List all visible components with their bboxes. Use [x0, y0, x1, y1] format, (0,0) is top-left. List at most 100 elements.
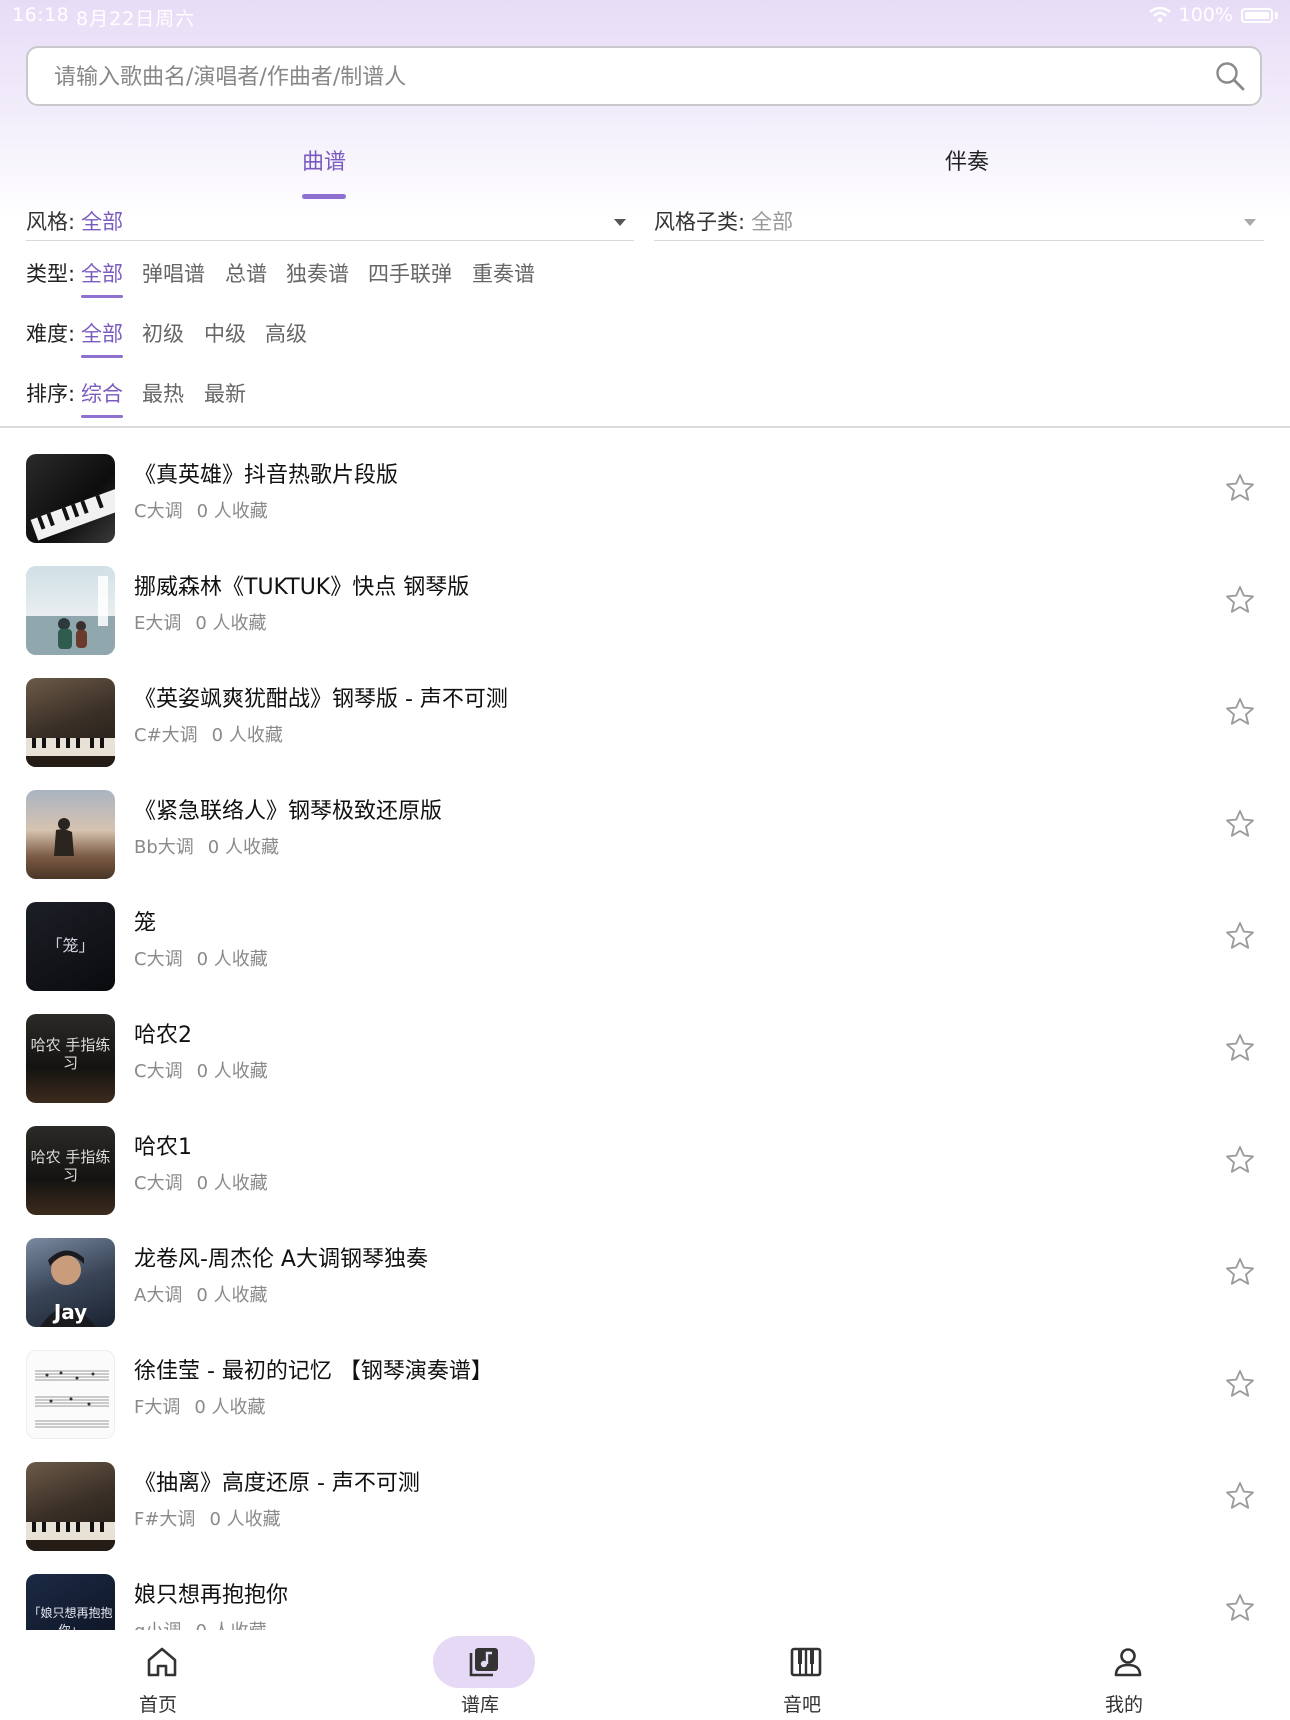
battery-percent: 100%	[1178, 4, 1233, 26]
star-icon[interactable]	[1224, 1368, 1256, 1400]
tab-accompaniment[interactable]: 伴奏	[817, 144, 1117, 176]
star-icon[interactable]	[1224, 1032, 1256, 1064]
song-cover: 哈农 手指练习	[26, 1014, 115, 1103]
song-collect-count: 0 人收藏	[211, 725, 283, 746]
song-meta: A大调 0 人收藏	[134, 1281, 268, 1307]
song-title: 徐佳莹 - 最初的记忆 【钢琴演奏谱】	[134, 1359, 493, 1384]
song-key: Bb大调	[134, 837, 194, 858]
sort-label: 排序:	[26, 382, 76, 406]
nav-home[interactable]: 首页	[78, 1630, 238, 1720]
song-meta: g小调 0 人收藏	[134, 1617, 267, 1630]
sort-option-hottest[interactable]: 最热	[142, 378, 184, 408]
sort-option-newest[interactable]: 最新	[204, 378, 246, 408]
song-meta: F#大调 0 人收藏	[134, 1505, 281, 1531]
search-bar[interactable]	[26, 46, 1262, 106]
song-key: g小调	[134, 1621, 181, 1630]
nav-music-bar[interactable]: 音吧	[722, 1630, 882, 1720]
song-item[interactable]: 《抽离》高度还原 - 声不可测 F#大调 0 人收藏	[0, 1448, 1290, 1560]
star-icon[interactable]	[1224, 472, 1256, 504]
song-title: 哈农2	[134, 1023, 192, 1048]
sheet-music-graphic	[35, 1370, 109, 1428]
song-cover	[26, 790, 115, 879]
battery-icon	[1241, 7, 1273, 23]
filter-divider	[0, 426, 1290, 428]
song-item[interactable]: 「娘只想再抱抱你」 娘只想再抱抱你 g小调 0 人收藏	[0, 1560, 1290, 1630]
nav-label: 首页	[138, 1694, 177, 1716]
sort-option-overall[interactable]: 综合	[81, 378, 123, 418]
song-cover: 「娘只想再抱抱你」	[26, 1574, 115, 1630]
nav-label: 谱库	[460, 1694, 499, 1716]
song-cover	[26, 566, 115, 655]
style-select[interactable]: 风格: 全部	[26, 206, 634, 241]
user-icon	[1114, 1648, 1142, 1677]
star-icon[interactable]	[1224, 1256, 1256, 1288]
song-collect-count: 0 人收藏	[196, 1061, 268, 1082]
song-meta: E大调 0 人收藏	[134, 609, 267, 635]
song-collect-count: 0 人收藏	[209, 1509, 281, 1530]
song-item[interactable]: 哈农 手指练习 哈农2 C大调 0 人收藏	[0, 1000, 1290, 1112]
song-meta: C#大调 0 人收藏	[134, 721, 283, 747]
song-key: C大调	[134, 1061, 183, 1082]
type-option-full-score[interactable]: 总谱	[225, 258, 267, 288]
song-meta: C大调 0 人收藏	[134, 1169, 268, 1195]
song-item[interactable]: 《真英雄》抖音热歌片段版 C大调 0 人收藏	[0, 440, 1290, 552]
difficulty-option-all[interactable]: 全部	[81, 318, 123, 358]
song-list: 《真英雄》抖音热歌片段版 C大调 0 人收藏 挪威森林《TUKTUK》快点 钢琴版…	[0, 440, 1290, 1630]
nav-label: 音吧	[782, 1694, 821, 1716]
song-key: C#大调	[134, 725, 198, 746]
star-icon[interactable]	[1224, 1480, 1256, 1512]
song-item[interactable]: 挪威森林《TUKTUK》快点 钢琴版 E大调 0 人收藏	[0, 552, 1290, 664]
song-item[interactable]: 「笼」 笼 C大调 0 人收藏	[0, 888, 1290, 1000]
song-item[interactable]: 徐佳莹 - 最初的记忆 【钢琴演奏谱】 F大调 0 人收藏	[0, 1336, 1290, 1448]
song-collect-count: 0 人收藏	[195, 613, 267, 634]
tab-sheet-music[interactable]: 曲谱	[174, 144, 474, 176]
song-item[interactable]: 《英姿飒爽犹酣战》钢琴版 - 声不可测 C#大调 0 人收藏	[0, 664, 1290, 776]
type-option-sing-along[interactable]: 弹唱谱	[142, 258, 205, 288]
type-option-ensemble[interactable]: 重奏谱	[472, 258, 535, 288]
star-icon[interactable]	[1224, 1592, 1256, 1624]
song-collect-count: 0 人收藏	[196, 1173, 268, 1194]
song-key: C大调	[134, 501, 183, 522]
song-collect-count: 0 人收藏	[194, 1397, 266, 1418]
star-icon[interactable]	[1224, 808, 1256, 840]
star-icon[interactable]	[1224, 696, 1256, 728]
status-date: 8月22日周六	[76, 8, 196, 30]
star-icon[interactable]	[1224, 1144, 1256, 1176]
substyle-select[interactable]: 风格子类: 全部	[654, 206, 1264, 241]
song-item[interactable]: Jay 龙卷风-周杰伦 A大调钢琴独奏 A大调 0 人收藏	[0, 1224, 1290, 1336]
type-option-all[interactable]: 全部	[81, 258, 123, 298]
song-title: 龙卷风-周杰伦 A大调钢琴独奏	[134, 1247, 428, 1272]
search-icon[interactable]	[1214, 60, 1246, 92]
song-item[interactable]: 哈农 手指练习 哈农1 C大调 0 人收藏	[0, 1112, 1290, 1224]
star-icon[interactable]	[1224, 920, 1256, 952]
song-title: 《真英雄》抖音热歌片段版	[134, 463, 399, 488]
difficulty-option-advanced[interactable]: 高级	[265, 318, 307, 348]
song-item[interactable]: 《紧急联络人》钢琴极致还原版 Bb大调 0 人收藏	[0, 776, 1290, 888]
cover-text: 「娘只想再抱抱你」	[28, 1606, 113, 1630]
song-title: 挪威森林《TUKTUK》快点 钢琴版	[134, 575, 470, 600]
song-key: C大调	[134, 1173, 183, 1194]
song-key: E大调	[134, 613, 182, 634]
search-input[interactable]	[52, 48, 1196, 106]
song-meta: F大调 0 人收藏	[134, 1393, 266, 1419]
song-cover	[26, 1462, 115, 1551]
chevron-down-icon	[1244, 219, 1256, 226]
cover-text: 哈农 手指练习	[30, 1148, 111, 1184]
song-title: 哈农1	[134, 1135, 192, 1160]
song-key: F大调	[134, 1397, 181, 1418]
home-icon	[147, 1647, 177, 1677]
nav-profile[interactable]: 我的	[1044, 1630, 1204, 1720]
song-collect-count: 0 人收藏	[196, 1285, 268, 1306]
type-option-solo[interactable]: 独奏谱	[286, 258, 349, 288]
difficulty-option-beginner[interactable]: 初级	[142, 318, 184, 348]
type-filter-row: 类型: 全部 弹唱谱 总谱 独奏谱 四手联弹 重奏谱	[26, 258, 586, 298]
star-icon[interactable]	[1224, 584, 1256, 616]
piano-keys-graphic	[26, 738, 115, 767]
song-meta: C大调 0 人收藏	[134, 945, 268, 971]
difficulty-filter-row: 难度: 全部 初级 中级 高级	[26, 318, 326, 358]
song-title: 《紧急联络人》钢琴极致还原版	[134, 799, 443, 824]
type-option-four-hands[interactable]: 四手联弹	[368, 258, 452, 288]
difficulty-option-intermediate[interactable]: 中级	[204, 318, 246, 348]
nav-library[interactable]: 谱库	[400, 1630, 560, 1720]
content-tabs: 曲谱 伴奏	[0, 134, 1290, 200]
